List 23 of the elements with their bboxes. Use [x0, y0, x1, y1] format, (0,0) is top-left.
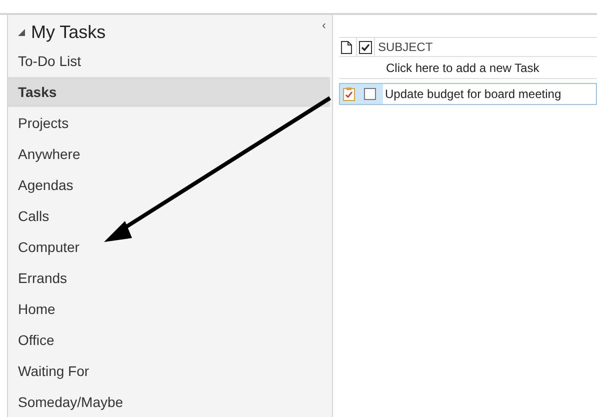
- sidebar-item[interactable]: Office: [8, 325, 330, 355]
- sidebar-item[interactable]: Computer: [8, 232, 330, 262]
- column-header[interactable]: SUBJECT: [378, 38, 433, 56]
- new-task-prompt[interactable]: Click here to add a new Task: [339, 57, 597, 79]
- sidebar-item[interactable]: Calls: [8, 201, 330, 231]
- sidebar-item[interactable]: Agendas: [8, 170, 330, 200]
- sidebar-item[interactable]: To-Do List: [8, 46, 330, 76]
- group-title: My Tasks: [31, 21, 106, 44]
- sidebar-item[interactable]: Someday/Maybe: [8, 387, 330, 417]
- task-subject: Update budget for board meeting: [385, 86, 562, 103]
- document-icon: [341, 40, 352, 54]
- sidebar-item[interactable]: Anywhere: [8, 139, 330, 169]
- task-clipboard-icon: [343, 87, 355, 101]
- task-row[interactable]: Update budget for board meeting: [339, 83, 597, 105]
- sidebar-item[interactable]: Home: [8, 294, 330, 324]
- checkbox-header-icon: [359, 40, 372, 54]
- complete-checkbox[interactable]: [364, 88, 376, 100]
- expand-triangle-icon: [18, 29, 25, 36]
- sidebar-item[interactable]: Projects: [8, 108, 330, 138]
- sidebar-item[interactable]: Waiting For: [8, 356, 330, 386]
- sidebar-item[interactable]: Tasks: [8, 77, 330, 107]
- collapse-button[interactable]: ‹: [322, 19, 326, 31]
- sidebar-item[interactable]: Errands: [8, 263, 330, 293]
